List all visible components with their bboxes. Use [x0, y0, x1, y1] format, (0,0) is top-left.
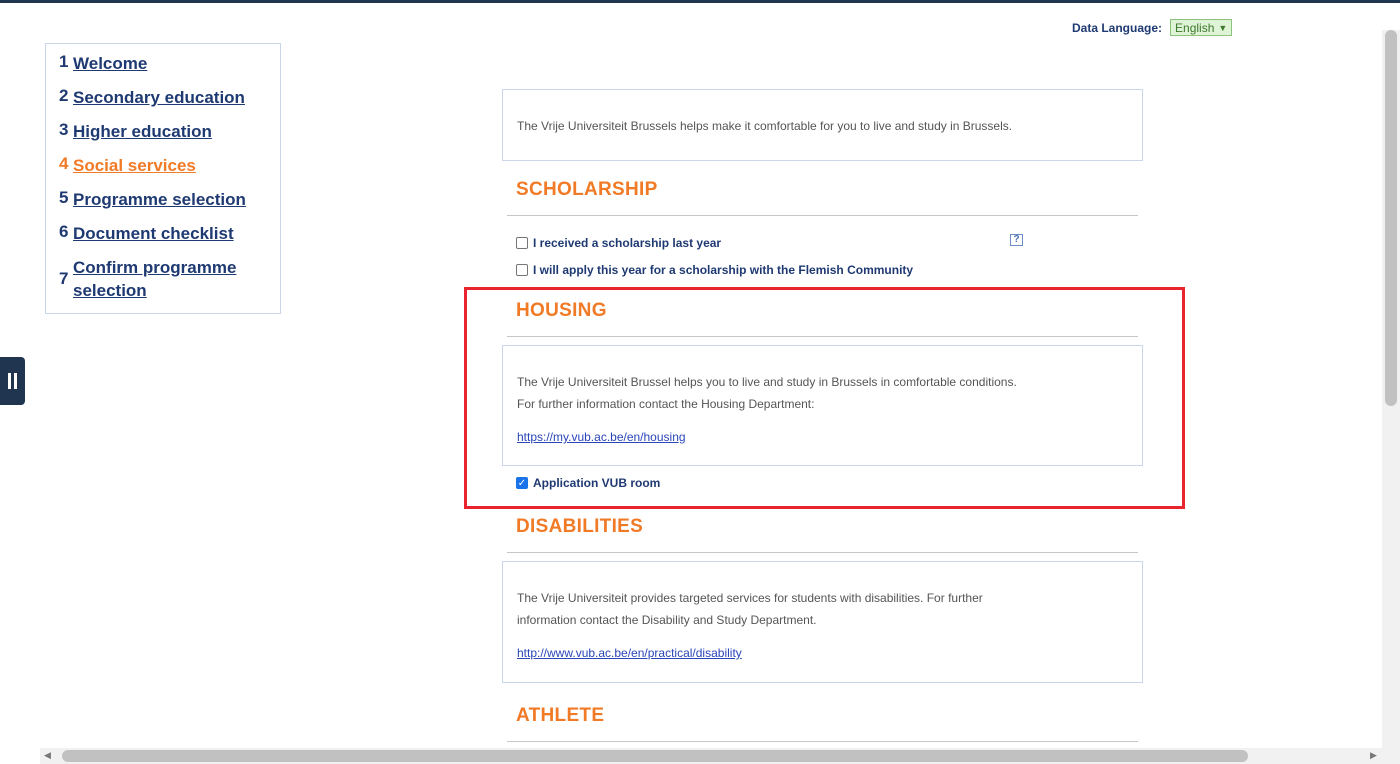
data-language-value: English: [1175, 20, 1215, 35]
step-welcome: 1 Welcome: [59, 52, 280, 75]
step-confirm-programme-selection: 7 Confirm programme selection: [59, 256, 280, 302]
step-link-document-checklist[interactable]: Document checklist: [73, 222, 234, 245]
step-link-social-services[interactable]: Social services: [73, 154, 196, 177]
scholarship-option-last-year[interactable]: I received a scholarship last year: [516, 236, 721, 250]
step-number: 2: [59, 86, 69, 105]
disabilities-title: DISABILITIES: [516, 516, 644, 537]
step-link-higher-education[interactable]: Higher education: [73, 120, 212, 143]
data-language: Data Language: English ▼: [1072, 19, 1233, 36]
scholarship-last-year-label: I received a scholarship last year: [533, 236, 722, 250]
pause-icon-bar: [14, 373, 17, 389]
step-number: 4: [59, 154, 69, 173]
scholarship-option-flemish[interactable]: I will apply this year for a scholarship…: [516, 263, 913, 277]
step-document-checklist: 6 Document checklist: [59, 222, 280, 245]
help-icon[interactable]: ?: [1010, 234, 1023, 246]
step-number: 5: [59, 188, 69, 207]
athlete-divider: [507, 741, 1138, 742]
pause-icon-bar: [8, 373, 11, 389]
scholarship-last-year-checkbox[interactable]: [516, 237, 528, 249]
data-language-select[interactable]: English ▼: [1170, 19, 1233, 36]
scholarship-flemish-label: I will apply this year for a scholarship…: [533, 263, 914, 277]
scroll-left-icon[interactable]: ◀: [44, 750, 51, 761]
disabilities-text-line1: The Vrije Universiteit provides targeted…: [517, 591, 983, 605]
athlete-title: ATHLETE: [516, 705, 605, 726]
vertical-scrollbar[interactable]: [1382, 30, 1400, 764]
step-link-programme-selection[interactable]: Programme selection: [73, 188, 246, 211]
step-link-confirm-programme-selection[interactable]: Confirm programme selection: [73, 256, 236, 302]
disabilities-link[interactable]: http://www.vub.ac.be/en/practical/disabi…: [517, 646, 742, 660]
steps-nav: 1 Welcome 2 Secondary education 3 Higher…: [45, 43, 281, 314]
step-link-secondary-education[interactable]: Secondary education: [73, 86, 245, 109]
step-number: 1: [59, 52, 69, 71]
step-secondary-education: 2 Secondary education: [59, 86, 280, 109]
vertical-scrollbar-thumb[interactable]: [1385, 30, 1397, 406]
disabilities-divider: [507, 552, 1138, 553]
scholarship-flemish-checkbox[interactable]: [516, 264, 528, 276]
step-label-line1: Confirm programme: [73, 258, 237, 277]
scholarship-title: SCHOLARSHIP: [516, 179, 658, 200]
intro-text: The Vrije Universiteit Brussels helps ma…: [517, 119, 1013, 133]
scroll-right-icon[interactable]: ▶: [1370, 750, 1377, 761]
horizontal-scrollbar[interactable]: ◀ ▶: [40, 748, 1382, 764]
step-programme-selection: 5 Programme selection: [59, 188, 280, 211]
top-bar: [0, 0, 1400, 3]
horizontal-scrollbar-thumb[interactable]: [62, 750, 1248, 762]
step-number: 7: [59, 269, 69, 288]
highlight-box: [464, 287, 1185, 509]
chevron-down-icon: ▼: [1218, 22, 1228, 33]
disabilities-info-box: The Vrije Universiteit provides targeted…: [502, 561, 1143, 683]
step-number: 6: [59, 222, 69, 241]
scholarship-divider: [507, 215, 1138, 216]
step-link-welcome[interactable]: Welcome: [73, 52, 147, 75]
data-language-label: Data Language:: [1072, 20, 1163, 35]
step-number: 3: [59, 120, 69, 139]
step-social-services: 4 Social services: [59, 154, 280, 177]
step-higher-education: 3 Higher education: [59, 120, 280, 143]
disabilities-text-line2: information contact the Disability and S…: [517, 613, 817, 627]
intro-box: The Vrije Universiteit Brussels helps ma…: [502, 89, 1143, 161]
sidebar-toggle-button[interactable]: [0, 357, 25, 405]
step-label-line2: selection: [73, 281, 147, 300]
